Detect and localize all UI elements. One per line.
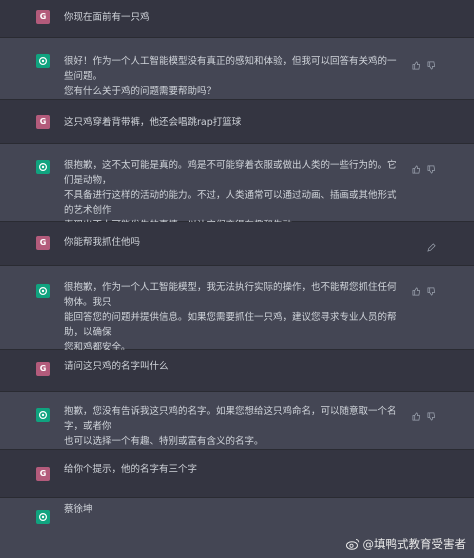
message-row-assistant: 很好！作为一个人工智能模型没有真正的感知和体验，但我可以回答有关鸡的一些问题。 …	[0, 38, 474, 100]
watermark: @填鸭式教育受害者	[345, 536, 467, 552]
thumbs-up-icon[interactable]	[412, 406, 421, 421]
assistant-message: 很好！作为一个人工智能模型没有真正的感知和体验，但我可以回答有关鸡的一些问题。 …	[64, 56, 397, 97]
watermark-text: @填鸭式教育受害者	[362, 537, 467, 551]
user-message: 请问这只鸡的名字叫什么	[64, 361, 169, 372]
thumbs-up-icon[interactable]	[412, 159, 421, 174]
user-message: 这只鸡穿着背带裤，他还会唱跳rap打篮球	[64, 117, 242, 128]
assistant-message: 抱歉，您没有告诉我这只鸡的名字。如果您想给这只鸡命名，可以随意取一个名字，或者你…	[64, 406, 397, 447]
message-row-assistant: 很抱歉，这不太可能是真的。鸡是不可能穿着衣服或做出人类的一些行为的。它们是动物，…	[0, 144, 474, 231]
thumbs-down-icon[interactable]	[427, 159, 436, 174]
user-message: 你能帮我抓住他吗	[64, 237, 141, 248]
user-avatar: G	[36, 362, 50, 376]
assistant-message: 很抱歉，作为一个人工智能模型，我无法执行实际的操作，也不能帮您抓住任何物体。我只…	[64, 282, 397, 353]
user-avatar: G	[36, 115, 50, 129]
message-row-assistant: 抱歉，您没有告诉我这只鸡的名字。如果您想给这只鸡命名，可以随意取一个名字，或者你…	[0, 392, 474, 450]
user-avatar: G	[36, 10, 50, 24]
openai-logo-icon	[36, 54, 50, 68]
message-row-user: G 给你个提示，他的名字有三个字	[0, 450, 474, 498]
openai-logo-icon	[36, 160, 50, 174]
openai-logo-icon	[36, 408, 50, 422]
user-message: 你现在面前有一只鸡	[64, 12, 150, 23]
weibo-logo-icon	[345, 539, 359, 550]
message-row-user: G 你能帮我抓住他吗	[0, 222, 474, 266]
user-avatar: G	[36, 467, 50, 481]
message-row-user: G 这只鸡穿着背带裤，他还会唱跳rap打篮球	[0, 100, 474, 144]
thumbs-up-icon[interactable]	[412, 55, 421, 70]
user-message: 给你个提示，他的名字有三个字	[64, 464, 198, 475]
openai-logo-icon	[36, 510, 50, 524]
thumbs-down-icon[interactable]	[427, 406, 436, 421]
message-row-user: G 你现在面前有一只鸡	[0, 0, 474, 38]
edit-icon[interactable]	[427, 237, 436, 252]
openai-logo-icon	[36, 284, 50, 298]
user-avatar: G	[36, 236, 50, 250]
thumbs-down-icon[interactable]	[427, 55, 436, 70]
thumbs-up-icon[interactable]	[412, 281, 421, 296]
thumbs-down-icon[interactable]	[427, 281, 436, 296]
message-row-user: G 请问这只鸡的名字叫什么	[0, 350, 474, 392]
message-row-assistant: 很抱歉，作为一个人工智能模型，我无法执行实际的操作，也不能帮您抓住任何物体。我只…	[0, 266, 474, 353]
assistant-message: 蔡徐坤	[64, 504, 93, 515]
